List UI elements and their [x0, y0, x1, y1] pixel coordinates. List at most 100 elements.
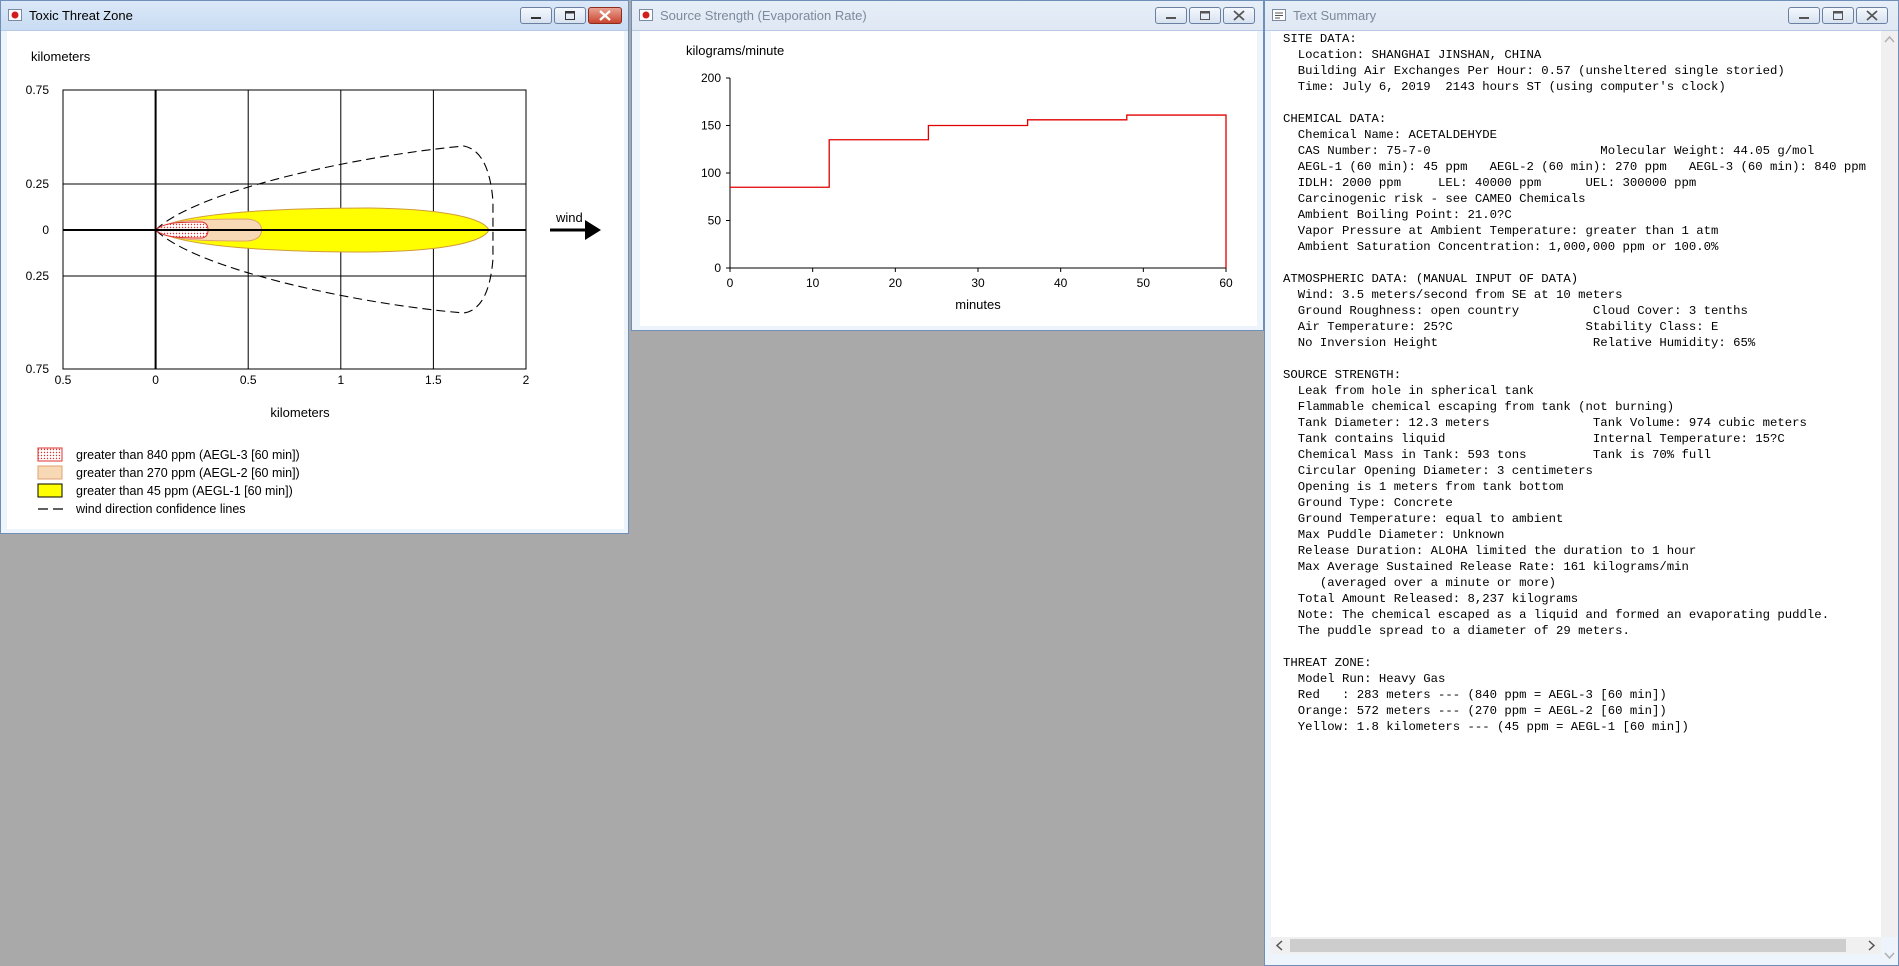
close-icon	[599, 10, 611, 21]
window-title: Source Strength (Evaporation Rate)	[660, 8, 867, 23]
x-tick-label: 30	[971, 276, 985, 290]
y-tick-label: 0.25	[26, 269, 50, 283]
summary-line: Vapor Pressure at Ambient Temperature: g…	[1283, 224, 1719, 238]
horizontal-scrollbar[interactable]	[1271, 937, 1881, 954]
close-button[interactable]	[588, 7, 622, 24]
summary-text: SITE DATA: Location: SHANGHAI JINSHAN, C…	[1283, 31, 1866, 735]
summary-line	[1283, 351, 1866, 367]
y-tick-label: 0.25	[26, 177, 50, 191]
summary-line: The puddle spread to a diameter of 29 me…	[1283, 624, 1630, 638]
text-summary-titlebar[interactable]: Text Summary	[1265, 1, 1898, 31]
maximize-icon	[565, 11, 575, 20]
y-axis-unit-label: kilometers	[31, 49, 91, 64]
summary-line: Air Temperature: 25?C Stability Class: E	[1283, 320, 1719, 334]
scroll-down-icon[interactable]	[1881, 947, 1898, 964]
x-axis-label: minutes	[955, 297, 1001, 312]
legend-label: greater than 270 ppm (AEGL-2 [60 min])	[76, 466, 300, 480]
y-tick-label: 0	[714, 261, 721, 275]
minimize-icon	[1166, 17, 1176, 19]
close-button[interactable]	[1856, 7, 1888, 24]
summary-line: AEGL-1 (60 min): 45 ppm AEGL-2 (60 min):…	[1283, 160, 1866, 174]
close-button[interactable]	[1223, 7, 1255, 24]
x-tick-label: 0.5	[55, 373, 72, 387]
source-strength-titlebar[interactable]: Source Strength (Evaporation Rate)	[632, 1, 1263, 31]
summary-line: IDLH: 2000 ppm LEL: 40000 ppm UEL: 30000…	[1283, 176, 1697, 190]
x-axis-unit-label: kilometers	[270, 405, 330, 420]
wind-label: wind	[555, 210, 583, 225]
window-title: Text Summary	[1293, 8, 1377, 23]
text-summary-app-icon	[1272, 9, 1286, 21]
x-tick-label: 1	[337, 373, 344, 387]
y-axis-label: kilograms/minute	[686, 43, 784, 58]
maximize-button[interactable]	[1822, 7, 1854, 24]
summary-line: Carcinogenic risk - see CAMEO Chemicals	[1283, 192, 1586, 206]
summary-line: (averaged over a minute or more)	[1283, 576, 1557, 590]
summary-line: Ground Roughness: open country Cloud Cov…	[1283, 304, 1748, 318]
x-tick-label: 20	[889, 276, 903, 290]
maximize-button[interactable]	[1189, 7, 1221, 24]
minimize-icon	[1799, 17, 1809, 19]
scroll-up-icon[interactable]	[1881, 31, 1898, 48]
summary-line: Ambient Saturation Concentration: 1,000,…	[1283, 240, 1719, 254]
x-tick-label: 60	[1219, 276, 1233, 290]
summary-line: Tank Diameter: 12.3 meters Tank Volume: …	[1283, 416, 1807, 430]
summary-line	[1283, 639, 1866, 655]
text-summary-window[interactable]: Text Summary SITE DATA: Location: SHANGH…	[1264, 0, 1899, 966]
summary-line: Red : 283 meters --- (840 ppm = AEGL-3 […	[1283, 688, 1667, 702]
y-tick-label: 150	[701, 119, 721, 133]
text-summary-client: SITE DATA: Location: SHANGHAI JINSHAN, C…	[1271, 31, 1881, 937]
scroll-right-icon[interactable]	[1863, 937, 1880, 954]
aloha-app-icon	[8, 9, 22, 21]
summary-line: Max Puddle Diameter: Unknown	[1283, 528, 1505, 542]
summary-line: Building Air Exchanges Per Hour: 0.57 (u…	[1283, 64, 1785, 78]
threat-zone-window[interactable]: Toxic Threat Zone kilometers kilometers 0.…	[0, 0, 629, 534]
legend-swatch-yellow	[37, 483, 63, 498]
x-tick-label: 10	[806, 276, 820, 290]
summary-line: SITE DATA:	[1283, 32, 1357, 46]
summary-line: No Inversion Height Relative Humidity: 6…	[1283, 336, 1756, 350]
threat-zone-titlebar[interactable]: Toxic Threat Zone	[1, 1, 628, 31]
summary-line: Max Average Sustained Release Rate: 161 …	[1283, 560, 1689, 574]
summary-line: CAS Number: 75-7-0 Molecular Weight: 44.…	[1283, 144, 1815, 158]
x-tick-label: 0.5	[240, 373, 257, 387]
x-tick-label: 2	[523, 373, 530, 387]
summary-line: Release Duration: ALOHA limited the dura…	[1283, 544, 1697, 558]
x-tick-label: 0	[152, 373, 159, 387]
summary-line: Yellow: 1.8 kilometers --- (45 ppm = AEG…	[1283, 720, 1689, 734]
summary-line: Ground Type: Concrete	[1283, 496, 1453, 510]
release-rate-line	[730, 114, 1227, 268]
summary-line: Wind: 3.5 meters/second from SE at 10 me…	[1283, 288, 1623, 302]
minimize-button[interactable]	[520, 7, 552, 24]
horizontal-scroll-thumb[interactable]	[1290, 939, 1846, 952]
minimize-button[interactable]	[1155, 7, 1187, 24]
legend-label: greater than 45 ppm (AEGL-1 [60 min])	[76, 484, 293, 498]
legend-label: wind direction confidence lines	[75, 502, 246, 516]
summary-line: Opening is 1 meters from tank bottom	[1283, 480, 1564, 494]
y-tick-label: 50	[708, 214, 722, 228]
legend-swatch-red	[37, 447, 63, 462]
y-tick-label: 0	[42, 223, 49, 237]
source-strength-client: kilograms/minute minutes 0 50 100 150 200 0 10 20…	[640, 31, 1257, 326]
summary-line: Location: SHANGHAI JINSHAN, CHINA	[1283, 48, 1542, 62]
summary-line: ATMOSPHERIC DATA: (MANUAL INPUT OF DATA)	[1283, 272, 1579, 286]
summary-line: Model Run: Heavy Gas	[1283, 672, 1446, 686]
x-tick-label: 40	[1054, 276, 1068, 290]
close-icon	[1866, 10, 1878, 21]
maximize-icon	[1200, 11, 1210, 20]
x-tick-label: 0	[727, 276, 734, 290]
source-strength-window[interactable]: Source Strength (Evaporation Rate) kilog…	[631, 0, 1264, 331]
maximize-button[interactable]	[554, 7, 586, 24]
x-tick-label: 50	[1137, 276, 1151, 290]
summary-line: Leak from hole in spherical tank	[1283, 384, 1534, 398]
y-tick-label: 100	[701, 166, 721, 180]
summary-line: Ambient Boiling Point: 21.0?C	[1283, 208, 1512, 222]
y-tick-label: 0.75	[26, 362, 50, 376]
wind-arrow-head	[585, 220, 601, 240]
legend-swatch-orange	[37, 465, 63, 480]
y-tick-label: 200	[701, 71, 721, 85]
summary-line: Circular Opening Diameter: 3 centimeters	[1283, 464, 1593, 478]
minimize-button[interactable]	[1788, 7, 1820, 24]
vertical-scrollbar[interactable]	[1881, 31, 1898, 960]
scroll-left-icon[interactable]	[1271, 937, 1288, 954]
window-title: Toxic Threat Zone	[29, 8, 133, 23]
